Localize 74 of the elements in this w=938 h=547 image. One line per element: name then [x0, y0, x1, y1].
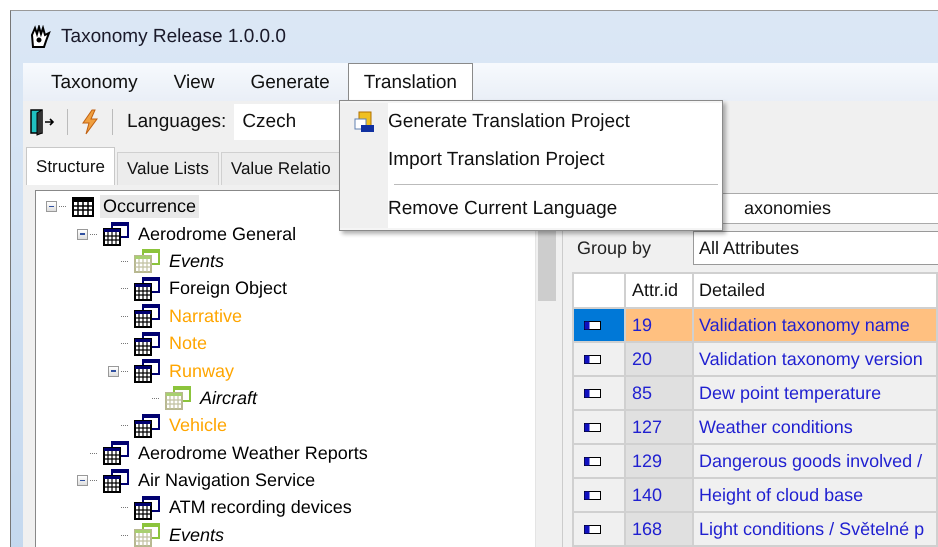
table-icon — [134, 332, 160, 356]
table-row[interactable]: 85 Dew point temperature — [573, 376, 937, 410]
menu-item[interactable]: Import Translation Project — [340, 141, 722, 179]
tree-item[interactable]: ATM recording devices — [166, 496, 355, 520]
row-marker-icon — [584, 388, 601, 398]
table-row[interactable]: 20 Validation taxonomy version — [573, 342, 937, 376]
group-by-label: Group by — [577, 238, 652, 259]
collapse-button[interactable] — [77, 228, 88, 240]
row-marker-icon — [584, 490, 601, 500]
table-row[interactable]: 140 Height of cloud base — [573, 478, 937, 512]
menu-item[interactable]: View — [156, 63, 232, 101]
tree-item[interactable]: Aerodrome General — [135, 222, 300, 246]
table-cell: 140 — [625, 478, 693, 512]
table-row[interactable]: 127 Weather conditions — [573, 410, 937, 444]
row-marker-icon — [584, 320, 601, 330]
table-cell: Dew point temperature — [693, 376, 937, 410]
row-marker-icon — [584, 456, 601, 466]
table-cell: Dangerous goods involved / — [693, 444, 937, 478]
table-icon — [103, 468, 129, 493]
table-cell: 85 — [625, 376, 693, 410]
menu-item[interactable]: Generate Translation Project — [340, 103, 722, 141]
table-icon — [103, 441, 129, 466]
tree-item[interactable]: Air Navigation Service — [135, 469, 318, 492]
tree-item[interactable]: Events — [166, 250, 228, 273]
table-cell: Light conditions / Světelné p — [693, 512, 937, 546]
table-icon — [134, 249, 160, 274]
table-cell: Validation taxonomy version — [693, 342, 937, 376]
menu-item[interactable]: Generate — [232, 63, 348, 101]
languages-label: Languages: — [127, 111, 226, 133]
column-header[interactable]: Attr.id — [625, 273, 693, 308]
app-icon — [29, 25, 51, 49]
collapse-button[interactable] — [77, 475, 88, 486]
table-icon — [103, 222, 129, 246]
header-cell — [573, 273, 625, 308]
table-icon — [134, 276, 160, 301]
table-icon — [134, 414, 160, 438]
exit-icon[interactable] — [29, 108, 55, 136]
lightning-icon[interactable] — [80, 109, 100, 135]
table-cell: 129 — [625, 444, 693, 478]
table-row[interactable]: 129 Dangerous goods involved / — [573, 444, 937, 478]
table-icon — [134, 359, 160, 384]
tab[interactable]: Value Relatio — [220, 152, 341, 185]
tree-item[interactable]: Occurrence — [100, 195, 200, 218]
table-row[interactable]: 19 Validation taxonomy name — [573, 308, 937, 342]
tree-item[interactable]: Events — [166, 524, 228, 547]
tab[interactable]: Value Lists — [116, 152, 219, 185]
table-cell: 20 — [625, 342, 693, 376]
row-marker-icon — [584, 524, 601, 534]
tree-item[interactable]: Aerodrome Weather Reports — [135, 442, 371, 465]
column-header[interactable]: Detailed — [693, 273, 937, 308]
menu-item[interactable]: Translation — [348, 63, 473, 101]
table-cell: Validation taxonomy name — [693, 308, 937, 342]
table-cell: 168 — [625, 512, 693, 546]
tree-item[interactable]: Aircraft — [197, 386, 260, 410]
table-cell: Height of cloud base — [693, 478, 937, 512]
menu-item[interactable]: Taxonomy — [33, 63, 156, 101]
table-icon — [72, 196, 94, 217]
window-title: Taxonomy Release 1.0.0.0 — [61, 26, 286, 48]
row-marker-icon — [584, 422, 601, 432]
table-cell: Weather conditions — [693, 410, 937, 444]
table-cell: 127 — [625, 410, 693, 444]
row-marker-icon — [584, 354, 601, 364]
collapse-button[interactable] — [46, 201, 57, 212]
tab[interactable]: Structure — [26, 147, 115, 185]
project-icon — [353, 111, 375, 133]
table-cell: 19 — [625, 308, 693, 342]
table-icon — [134, 304, 160, 328]
menu-item[interactable]: Remove Current Language — [340, 190, 722, 228]
group-by-dropdown[interactable]: All Attributes — [693, 231, 938, 266]
collapse-button[interactable] — [108, 366, 119, 377]
table-icon — [165, 386, 191, 410]
table-row[interactable]: 168 Light conditions / Světelné p — [573, 512, 937, 546]
tree-item[interactable]: Foreign Object — [166, 277, 290, 300]
table-icon — [134, 496, 160, 520]
